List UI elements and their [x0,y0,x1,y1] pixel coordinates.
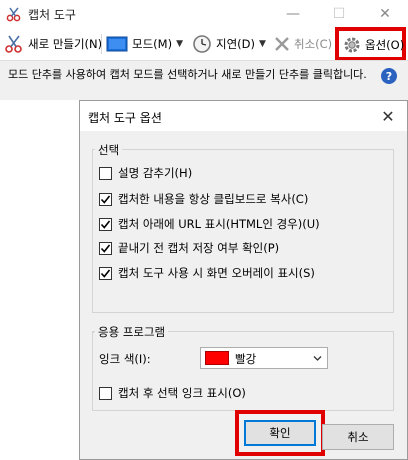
checkbox-checked[interactable] [99,266,112,280]
close-button[interactable]: ✕ [362,0,408,28]
window-title: 캡처 도구 [28,8,76,22]
mode-label: 모드(M) [132,37,173,51]
option-label: 캡처 아래에 URL 표시(HTML인 경우)(U) [118,217,320,231]
help-icon[interactable]: ? [381,68,397,84]
option-label: 끝내기 전 캡처 저장 여부 확인(P) [118,241,280,255]
snipping-tool-window: 캡처 도구 — ☐ ✕ 새로 만들기(N) 모드(M) ▼ 지연(D) ▼ 취소… [0,0,408,100]
ok-button-highlight: 확인 [235,410,325,456]
new-snip-label: 새로 만들기(N) [28,37,103,51]
selection-group-label: 선택 [95,142,123,158]
snipping-tool-icon [6,7,21,22]
checkmark-icon [100,269,111,278]
scissors-icon [5,35,22,53]
option-copy-to-clipboard[interactable]: 캡처한 내용을 항상 클립보드로 복사(C) [99,191,308,207]
option-label: 캡처한 내용을 항상 클립보드로 복사(C) [118,192,309,206]
cancel-snip-button[interactable]: 취소(C) [273,31,332,57]
title-bar: 캡처 도구 — ☐ ✕ [0,0,408,28]
option-label: 캡처 후 선택 잉크 표시(O) [118,386,246,400]
mode-dropdown-arrow-icon[interactable]: ▼ [176,39,183,49]
options-button-highlight: 옵션(O) [335,27,406,61]
application-group-label: 응용 프로그램 [95,324,169,340]
options-button[interactable]: 옵션(O) [342,32,404,58]
option-show-overlay[interactable]: 캡처 도구 사용 시 화면 오버레이 표시(S) [99,265,315,281]
option-prompt-save[interactable]: 끝내기 전 캡처 저장 여부 확인(P) [99,240,279,256]
description-bar: 모드 단추를 사용하여 캡처 모드를 선택하거나 새로 만들기 단추를 클릭합니… [0,60,408,100]
ink-color-select[interactable]: 빨강 [200,347,328,369]
cancel-snip-label: 취소(C) [294,37,333,51]
checkmark-icon [100,220,111,229]
checkmark-icon [100,195,111,204]
mode-button[interactable]: 모드(M) ▼ [106,31,183,57]
description-text: 모드 단추를 사용하여 캡처 모드를 선택하거나 새로 만들기 단추를 클릭합니… [8,68,367,81]
option-show-ink-after-capture[interactable]: 캡처 후 선택 잉크 표시(O) [99,385,246,401]
delay-dropdown-arrow-icon[interactable]: ▼ [259,39,266,49]
checkbox-unchecked[interactable] [99,166,112,180]
monitor-icon [106,36,128,52]
delay-button[interactable]: 지연(D) ▼ [192,31,266,57]
dialog-close-button[interactable]: ✕ [374,104,402,128]
checkmark-icon [100,244,111,253]
options-label: 옵션(O) [365,38,405,52]
checkbox-unchecked[interactable] [99,386,112,400]
dialog-title-bar: 캡처 도구 옵션 ✕ [80,101,407,131]
option-show-url[interactable]: 캡처 아래에 URL 표시(HTML인 경우)(U) [99,216,320,232]
checkbox-checked[interactable] [99,192,112,206]
minimize-button[interactable]: — [270,0,316,28]
ink-color-label: 잉크 색(I): [99,352,151,366]
options-dialog: 캡처 도구 옵션 ✕ 선택 설명 감추기(H) 캡처한 내용을 항상 클립보드로… [79,100,408,460]
toolbar-separator [101,34,102,54]
option-hide-instructions[interactable]: 설명 감추기(H) [99,165,192,181]
ok-button[interactable]: 확인 [244,420,316,446]
maximize-button[interactable]: ☐ [316,0,362,28]
new-snip-button[interactable]: 새로 만들기(N) [4,31,102,57]
option-label: 캡처 도구 사용 시 화면 오버레이 표시(S) [118,266,315,280]
clock-icon [193,35,211,53]
ink-color-value: 빨강 [235,352,257,366]
ink-color-swatch [205,351,229,365]
checkbox-checked[interactable] [99,217,112,231]
chevron-down-icon [313,356,322,361]
option-label: 설명 감추기(H) [118,166,193,180]
cancel-x-icon [275,37,289,51]
cancel-button[interactable]: 취소 [322,424,394,450]
checkbox-checked[interactable] [99,241,112,255]
dialog-title: 캡처 도구 옵션 [88,111,162,125]
gear-icon [344,37,360,53]
delay-label: 지연(D) [216,37,255,51]
